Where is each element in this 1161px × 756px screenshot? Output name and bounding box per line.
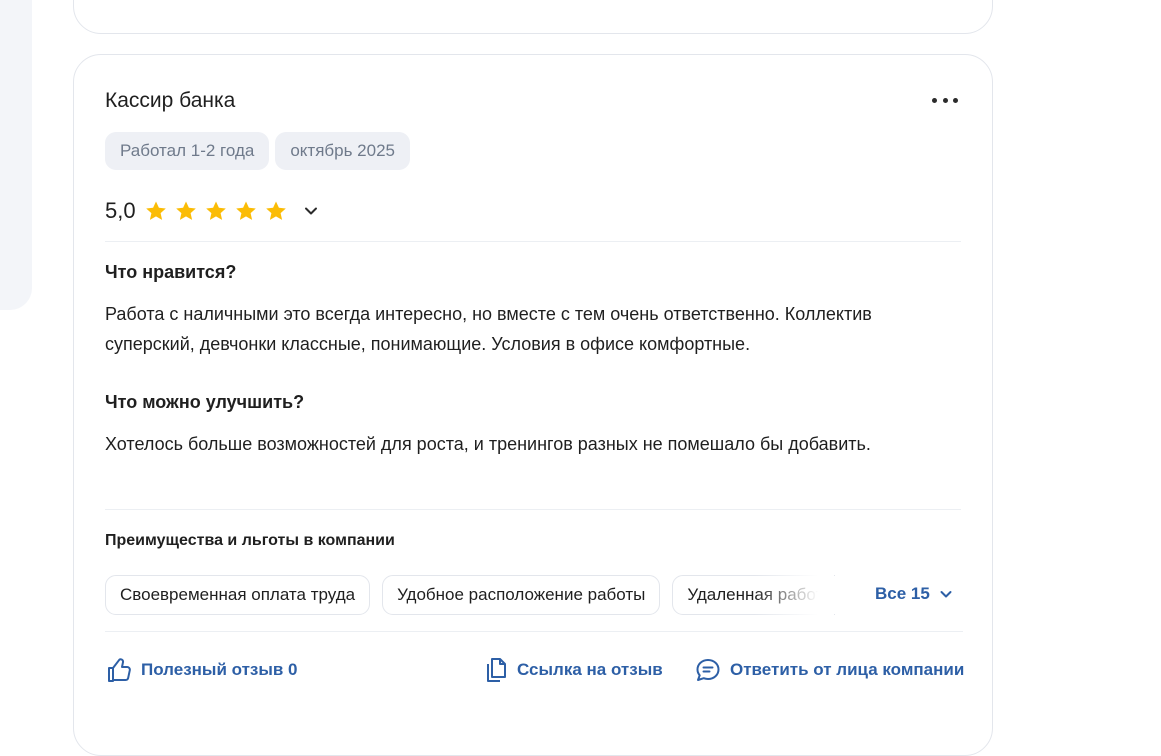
review-link-label: Ссылка на отзыв — [517, 660, 663, 679]
reply-as-company-button[interactable]: Ответить от лица компании — [694, 656, 964, 684]
show-all-benefits-button[interactable]: Все 15 — [875, 584, 954, 604]
star-icon — [235, 201, 256, 220]
review-card: Кассир банка Работал 1-2 года октябрь 20… — [73, 54, 993, 756]
previous-review-card — [73, 0, 993, 34]
more-dot-icon — [932, 97, 937, 103]
benefits-fade — [754, 575, 834, 615]
more-dot-icon — [953, 97, 958, 103]
left-sidebar-panel: 5 2 5 — [0, 0, 32, 310]
review-title: Кассир банка — [105, 89, 236, 112]
rating-expand-chevron-icon[interactable] — [302, 202, 320, 220]
rating-value: 5,0 — [105, 198, 136, 223]
reply-as-company-label: Ответить от лица компании — [730, 660, 965, 679]
helpful-review-button[interactable]: Полезный отзыв 0 — [105, 656, 298, 684]
divider — [105, 631, 963, 632]
show-all-benefits-label: Все 15 — [875, 584, 930, 603]
star-icon — [265, 201, 286, 220]
tag-date: октябрь 2025 — [275, 132, 410, 170]
chat-bubble-icon — [696, 659, 720, 681]
divider — [105, 509, 961, 510]
more-options-button[interactable] — [932, 93, 958, 107]
helpful-review-label: Полезный отзыв 0 — [141, 660, 298, 679]
review-link-button[interactable]: Ссылка на отзыв — [483, 656, 663, 684]
improve-text: Хотелось больше возможностей для роста, … — [105, 434, 871, 454]
review-tags: Работал 1-2 года октябрь 2025 — [105, 132, 410, 170]
benefits-heading: Преимущества и льготы в компании — [105, 532, 395, 549]
likes-heading: Что нравится? — [105, 262, 237, 282]
tag-experience: Работал 1-2 года — [105, 132, 270, 170]
rating-row: 5,0 — [105, 198, 320, 224]
star-rating — [144, 199, 288, 223]
divider — [105, 241, 961, 242]
improve-heading: Что можно улучшить? — [105, 392, 305, 412]
star-icon — [175, 201, 196, 220]
copy-link-icon — [487, 658, 506, 682]
thumbs-up-icon — [108, 658, 131, 682]
benefit-chip: Удобное расположение работы — [382, 575, 661, 615]
star-icon — [145, 201, 166, 220]
more-dot-icon — [942, 97, 948, 103]
likes-text: Работа с наличными это всегда интересно,… — [105, 304, 872, 354]
chevron-down-icon — [940, 591, 952, 598]
benefits-list: Своевременная оплата труда Удобное распо… — [105, 575, 835, 615]
benefit-chip: Своевременная оплата труда — [105, 575, 371, 615]
star-icon — [205, 201, 226, 220]
